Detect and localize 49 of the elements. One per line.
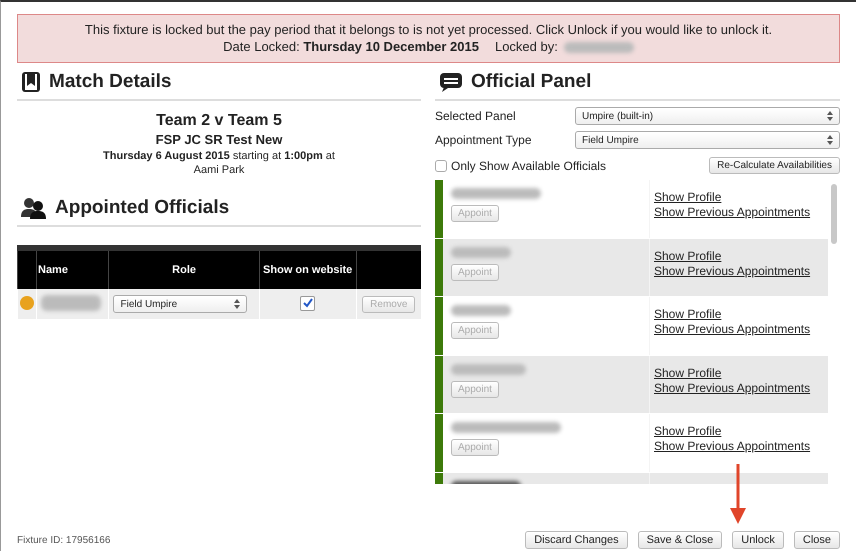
stepper-icon xyxy=(827,135,833,145)
link[interactable]: Show Profile xyxy=(654,190,810,205)
match-date: Thursday 6 August 2015 starting at 1:00pm at xyxy=(102,149,336,163)
venue-name: Aami Park xyxy=(192,163,246,177)
column-header: Name xyxy=(36,248,109,289)
footer-button[interactable]: Close xyxy=(794,531,840,549)
people-icon xyxy=(21,197,47,219)
field-label: Selected Panel xyxy=(435,109,517,123)
link[interactable]: Show Previous Appointments xyxy=(654,205,810,220)
checkbox-label: Only Show Available Officials xyxy=(451,158,606,172)
locked-by-label: Locked by: xyxy=(494,38,558,56)
chat-icon xyxy=(439,71,463,93)
redacted-text xyxy=(451,305,511,316)
role-select[interactable]: Field Umpire xyxy=(113,295,248,313)
section-heading: Official Panel xyxy=(471,71,592,93)
checkbox[interactable] xyxy=(300,296,316,311)
match-title: Team 2 v Team 5 xyxy=(155,111,283,131)
date-locked: Date Locked: Thursday 10 December 2015 xyxy=(223,38,479,56)
column-header: Show on website xyxy=(259,248,356,289)
stepper-icon xyxy=(827,111,833,121)
redacted-text xyxy=(41,294,101,310)
link[interactable]: Show Previous Appointments xyxy=(654,380,810,396)
link[interactable]: Show Previous Appointments xyxy=(654,322,810,337)
dropdown-field[interactable]: Field Umpire xyxy=(575,131,840,149)
bookmark-icon xyxy=(21,71,41,93)
arrow-drawing xyxy=(728,464,748,526)
fixture-id: Fixture ID: 17956166 xyxy=(17,534,110,546)
stepper-icon xyxy=(234,299,240,309)
competition-name: FSP JC SR Test New xyxy=(154,131,284,149)
link[interactable]: Show Profile xyxy=(654,424,810,439)
checkbox[interactable] xyxy=(435,160,447,172)
section-heading: Match Details xyxy=(49,71,172,93)
link[interactable]: Show Profile xyxy=(654,366,810,380)
link[interactable]: Show Previous Appointments xyxy=(654,264,810,278)
field-label: Appointment Type xyxy=(435,133,533,147)
scrollbar[interactable] xyxy=(831,184,837,244)
link[interactable]: Show Profile xyxy=(654,307,810,322)
section-heading: Appointed Officials xyxy=(55,197,230,219)
recalculate-button[interactable]: Re-Calculate Availabilities xyxy=(709,157,840,174)
redacted-text xyxy=(564,42,634,52)
dropdown-field[interactable]: Umpire (built-in) xyxy=(575,107,840,125)
footer-button[interactable]: Save & Close xyxy=(638,531,722,549)
alert-message: This fixture is locked but the pay period that it belongs to is not yet processed. Click Unlock if you would like to unlock it. xyxy=(84,21,774,38)
footer-button[interactable]: Unlock xyxy=(732,531,784,549)
link[interactable]: Show Profile xyxy=(654,248,810,264)
redacted-text xyxy=(451,246,511,258)
footer-button[interactable]: Discard Changes xyxy=(525,531,628,549)
column-header: Role xyxy=(108,248,260,289)
link[interactable]: Show Previous Appointments xyxy=(654,439,810,454)
